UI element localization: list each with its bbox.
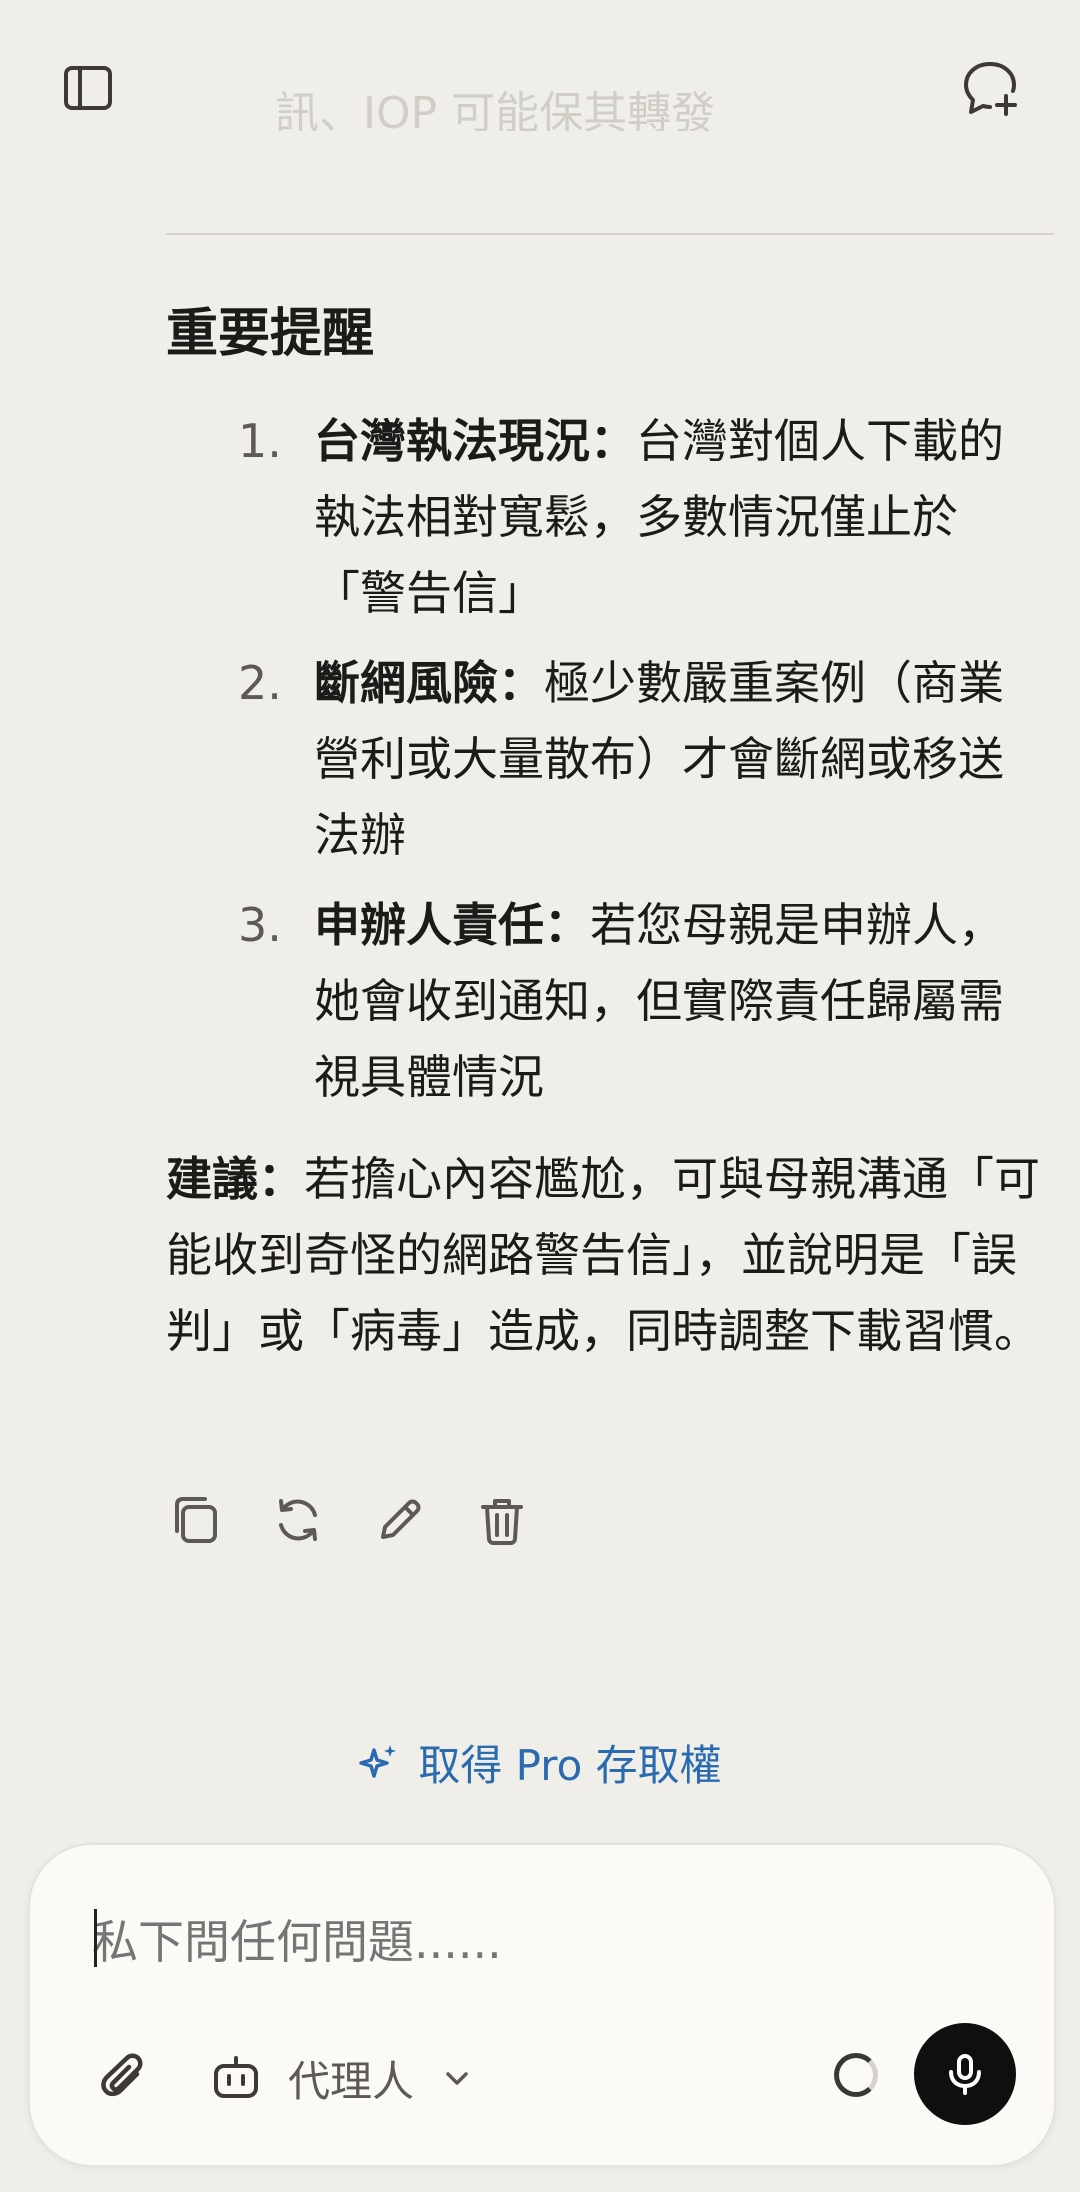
top-bar: 訊、IOP 可能保其轉發 [0,0,1080,180]
advice-separator: ： [258,1152,304,1206]
list-item-separator: ： [544,898,590,952]
regenerate-button[interactable] [268,1490,328,1550]
list-item: 1. 台灣執法現況：台灣對個人下載的執法相對寬鬆，多數情況僅止於「警告信」 [166,403,1046,631]
faded-previous-text: 訊、IOP 可能保其轉發 [275,88,716,131]
chevron-down-icon [446,2072,468,2085]
list-item-separator: ： [590,414,636,468]
message-composer: 代理人 [28,1843,1056,2167]
message-input[interactable] [92,1907,972,1977]
list-item-separator: ： [498,656,544,710]
delete-icon [481,1499,523,1545]
advice-title: 建議 [166,1152,258,1206]
list-item-title: 斷網風險 [314,656,498,710]
agent-label: 代理人 [288,2056,415,2106]
copy-button[interactable] [166,1490,226,1550]
new-chat-icon [964,62,1017,116]
microphone-icon [949,2054,981,2095]
reminder-list: 1. 台灣執法現況：台灣對個人下載的執法相對寬鬆，多數情況僅止於「警告信」 2.… [166,403,1046,1115]
sidebar-toggle-button[interactable] [48,48,128,128]
list-item-title: 申辦人責任 [314,898,544,952]
regenerate-icon [279,1499,317,1541]
delete-button[interactable] [472,1490,532,1550]
text-caret [94,1909,97,1967]
copy-icon [175,1497,217,1543]
composer-toolbar: 代理人 [30,2023,1054,2133]
new-chat-button[interactable] [950,48,1030,128]
advice-paragraph: 建議：若擔心內容尷尬，可與母親溝通「可能收到奇怪的網路警告信」，並說明是「誤判」… [166,1141,1046,1369]
divider [166,233,1054,235]
loading-spinner [834,2053,878,2097]
edit-icon [381,1499,421,1539]
agent-selector[interactable]: 代理人 [210,2043,474,2113]
list-item: 2. 斷網風險：極少數嚴重案例（商業營利或大量散布）才會斷網或移送法辦 [166,645,1046,873]
voice-input-button[interactable] [914,2023,1016,2125]
assistant-message: 重要提醒 1. 台灣執法現況：台灣對個人下載的執法相對寬鬆，多數情況僅止於「警告… [166,295,1046,1369]
list-number: 2. [238,656,282,710]
paperclip-icon [101,2053,143,2097]
attach-button[interactable] [90,2043,160,2113]
sparkles-icon [359,1744,397,1778]
list-number: 3. [238,898,282,952]
get-pro-label: 取得 Pro 存取權 [418,1741,722,1790]
message-heading: 重要提醒 [166,304,375,364]
list-item-title: 台灣執法現況 [314,414,590,468]
get-pro-link[interactable]: 取得 Pro 存取權 [0,1732,1080,1793]
sidebar-toggle-icon [64,66,112,110]
edit-button[interactable] [370,1490,430,1550]
list-number: 1. [238,414,282,468]
list-item: 3. 申辦人責任：若您母親是申辦人，她會收到通知，但實際責任歸屬需視具體情況 [166,887,1046,1115]
robot-icon [214,2056,258,2098]
message-actions [166,1490,532,1550]
